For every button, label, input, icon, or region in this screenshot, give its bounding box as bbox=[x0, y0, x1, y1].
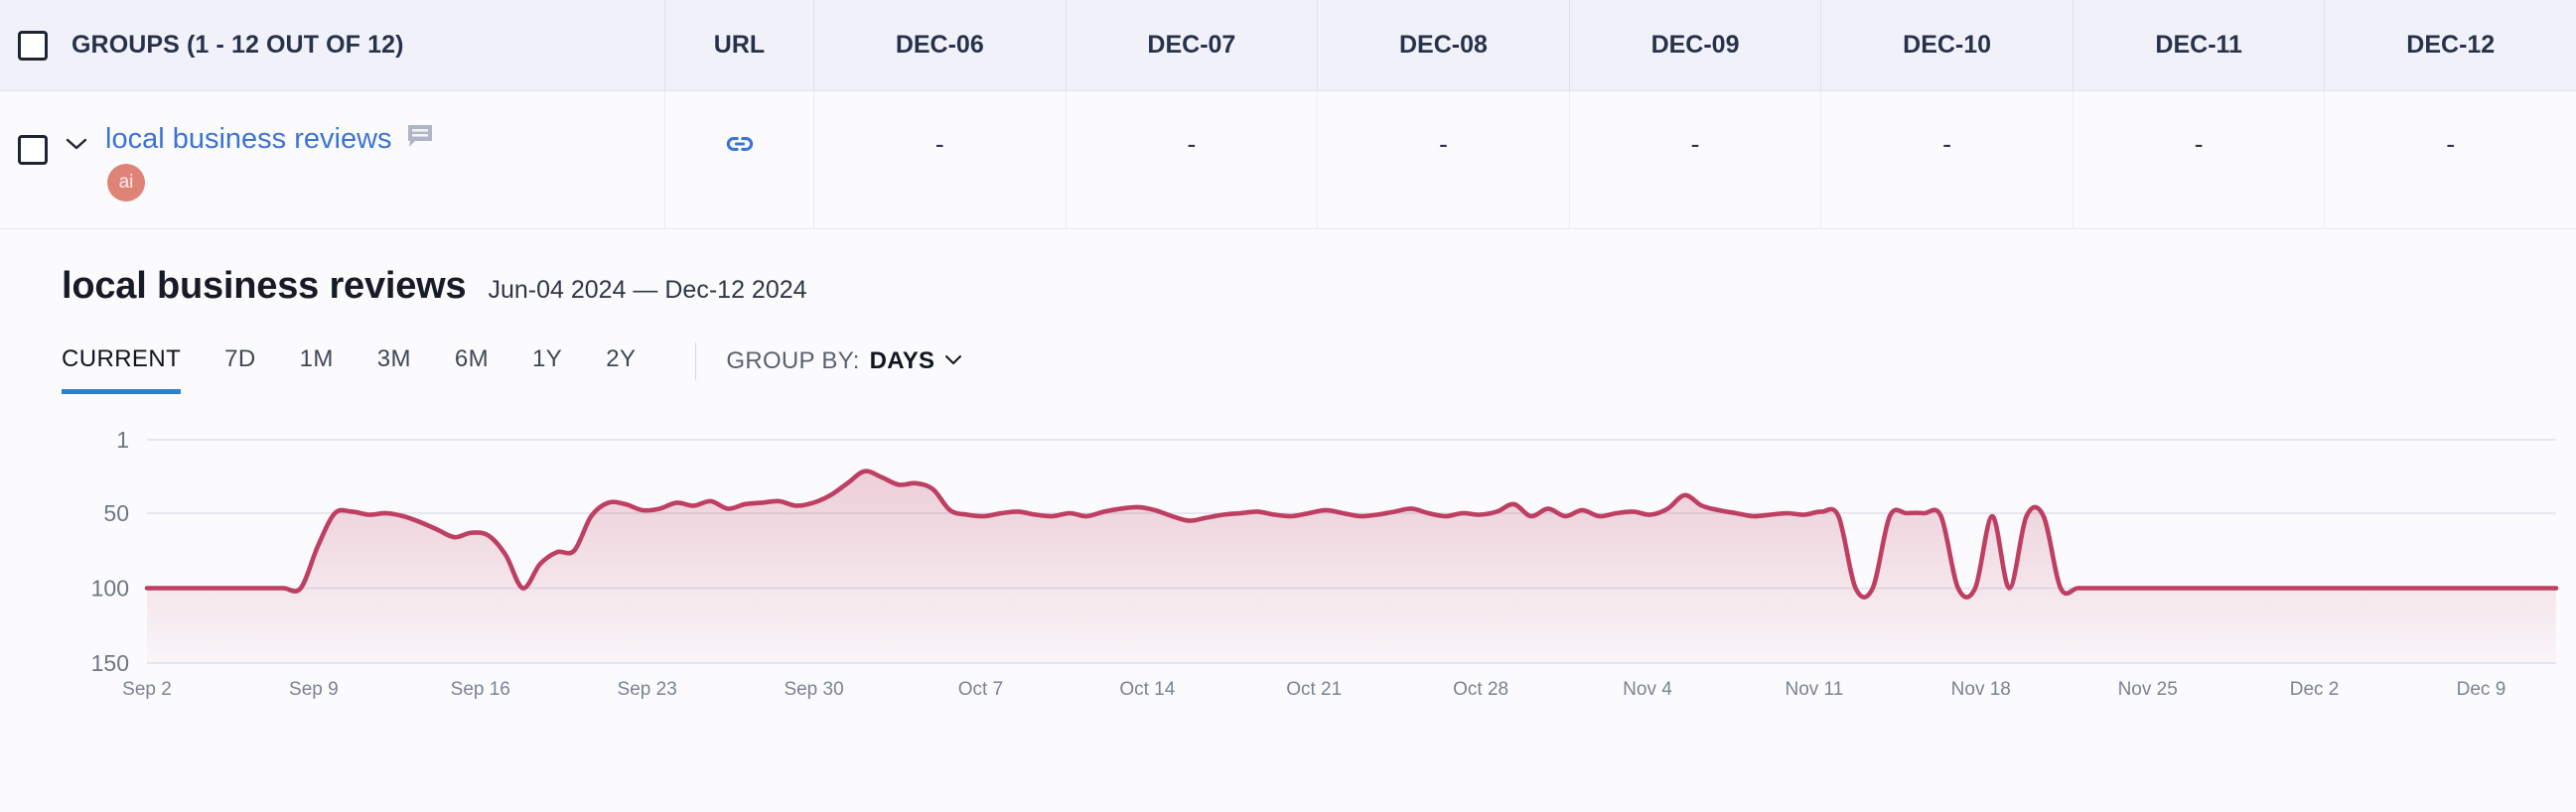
svg-text:Sep 16: Sep 16 bbox=[451, 679, 510, 700]
svg-text:Oct 21: Oct 21 bbox=[1286, 679, 1342, 700]
svg-text:Oct 14: Oct 14 bbox=[1119, 679, 1175, 700]
svg-text:Oct 7: Oct 7 bbox=[958, 679, 1003, 700]
svg-text:Nov 25: Nov 25 bbox=[2118, 679, 2178, 700]
tab-1m[interactable]: 1M bbox=[300, 345, 334, 394]
row-value-3[interactable]: - bbox=[1570, 91, 1822, 228]
rank-chart[interactable]: 1 50 100 150 Sep 2 Sep 9 Sep 16 Sep 23 Sep 30 Oct… bbox=[62, 415, 2574, 713]
groups-header-label: GROUPS (1 - 12 OUT OF 12) bbox=[72, 31, 404, 59]
svg-text:50: 50 bbox=[103, 500, 129, 526]
panel-heading: local business reviews Jun-04 2024 — Dec… bbox=[62, 265, 2576, 308]
tab-current[interactable]: CURRENT bbox=[62, 345, 182, 394]
row-value-2[interactable]: - bbox=[1318, 91, 1570, 228]
toolbar-divider bbox=[695, 342, 697, 380]
url-column-header: URL bbox=[665, 0, 814, 90]
group-by-label: GROUP BY: bbox=[726, 347, 860, 374]
svg-text:Nov 11: Nov 11 bbox=[1785, 679, 1843, 700]
svg-text:Dec 2: Dec 2 bbox=[2290, 679, 2340, 700]
group-by-dropdown[interactable]: GROUP BY: DAYS bbox=[726, 347, 962, 391]
date-column-header-3[interactable]: DEC-09 bbox=[1570, 0, 1822, 90]
svg-text:Nov 18: Nov 18 bbox=[1951, 679, 2011, 700]
svg-text:Sep 23: Sep 23 bbox=[618, 679, 677, 700]
date-range-label: Jun-04 2024 — Dec-12 2024 bbox=[488, 276, 807, 304]
keyword-detail-panel: local business reviews Jun-04 2024 — Dec… bbox=[0, 229, 2576, 812]
date-column-header-0[interactable]: DEC-06 bbox=[814, 0, 1067, 90]
period-tabs: CURRENT 7D 1M 3M 6M 1Y 2Y GROUP BY: DAYS bbox=[62, 341, 2576, 397]
ai-badge: ai bbox=[107, 164, 145, 202]
row-value-1[interactable]: - bbox=[1067, 91, 1319, 228]
date-column-header-4[interactable]: DEC-10 bbox=[1821, 0, 2074, 90]
link-icon[interactable] bbox=[723, 127, 757, 166]
keyword-block: local business reviews ai bbox=[105, 115, 434, 202]
comment-icon[interactable] bbox=[406, 124, 434, 155]
keyword-line: local business reviews bbox=[105, 123, 434, 156]
svg-text:Dec 9: Dec 9 bbox=[2457, 679, 2506, 700]
row-value-0[interactable]: - bbox=[814, 91, 1067, 228]
date-column-header-2[interactable]: DEC-08 bbox=[1318, 0, 1570, 90]
select-all-checkbox[interactable] bbox=[18, 30, 48, 61]
tab-2y[interactable]: 2Y bbox=[606, 345, 636, 394]
row-value-6[interactable]: - bbox=[2325, 91, 2576, 228]
svg-text:150: 150 bbox=[91, 650, 129, 676]
rank-chart-svg: 150100150Sep 2 Sep 9 Sep 16 Sep 23 Sep 30 Oct… bbox=[91, 427, 2559, 700]
svg-text:Sep 30: Sep 30 bbox=[784, 679, 843, 700]
svg-text:Sep 9: Sep 9 bbox=[289, 679, 339, 700]
row-url-cell bbox=[665, 91, 814, 228]
svg-text:Sep 2: Sep 2 bbox=[122, 679, 172, 700]
group-by-value: DAYS bbox=[869, 347, 935, 374]
page-title: local business reviews bbox=[62, 265, 467, 307]
tab-6m[interactable]: 6M bbox=[455, 345, 489, 394]
row-groups-cell: local business reviews ai bbox=[0, 91, 665, 228]
svg-text:100: 100 bbox=[91, 575, 129, 601]
tab-7d[interactable]: 7D bbox=[224, 345, 255, 394]
date-column-header-6[interactable]: DEC-12 bbox=[2325, 0, 2576, 90]
svg-text:1: 1 bbox=[116, 427, 129, 453]
table-header: GROUPS (1 - 12 OUT OF 12) URL DEC-06 DEC… bbox=[0, 0, 2576, 91]
row-checkbox[interactable] bbox=[18, 135, 48, 165]
svg-text:Oct 28: Oct 28 bbox=[1453, 679, 1508, 700]
keyword-link[interactable]: local business reviews bbox=[105, 123, 392, 156]
chevron-down-icon bbox=[944, 352, 962, 370]
tab-3m[interactable]: 3M bbox=[377, 345, 411, 394]
date-column-header-5[interactable]: DEC-11 bbox=[2074, 0, 2326, 90]
row-value-4[interactable]: - bbox=[1821, 91, 2074, 228]
svg-text:Nov 4: Nov 4 bbox=[1623, 679, 1672, 700]
chevron-down-icon[interactable] bbox=[66, 137, 87, 151]
tab-1y[interactable]: 1Y bbox=[532, 345, 562, 394]
date-column-header-1[interactable]: DEC-07 bbox=[1067, 0, 1319, 90]
groups-column-header: GROUPS (1 - 12 OUT OF 12) bbox=[0, 0, 665, 90]
table-row: local business reviews ai - - - - - - - bbox=[0, 91, 2576, 229]
row-value-5[interactable]: - bbox=[2074, 91, 2326, 228]
